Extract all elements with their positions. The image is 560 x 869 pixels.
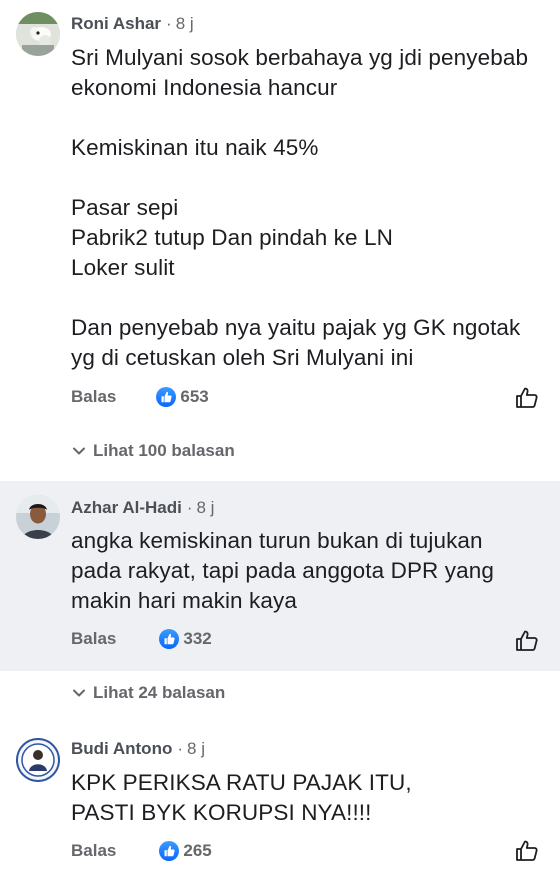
profile-photo-icon bbox=[16, 738, 60, 782]
dot-separator: · bbox=[186, 498, 193, 517]
avatar[interactable] bbox=[16, 12, 60, 56]
dot-separator: · bbox=[177, 739, 184, 758]
comment-actions: Balas 653 bbox=[71, 384, 209, 410]
comment-2: Azhar Al-Hadi · 8 j angka kemiskinan turun… bbox=[0, 481, 560, 671]
comment-actions: Balas 332 bbox=[71, 626, 212, 652]
like-button[interactable] bbox=[514, 838, 540, 864]
view-replies-link[interactable]: Lihat 100 balasan bbox=[72, 441, 235, 461]
dot-separator: · bbox=[166, 14, 172, 33]
view-replies-link[interactable]: Lihat 24 balasan bbox=[72, 683, 225, 703]
like-button[interactable] bbox=[514, 385, 540, 411]
avatar[interactable] bbox=[16, 738, 60, 782]
chevron-down-icon bbox=[72, 446, 86, 456]
comment-text: Sri Mulyani sosok berbahaya yg jdi penye… bbox=[71, 45, 529, 370]
profile-photo-icon bbox=[16, 12, 60, 56]
like-count: 265 bbox=[183, 841, 212, 860]
comment-1: Roni Ashar · 8 j Sri Mulyani sosok berbaha… bbox=[0, 0, 560, 460]
like-count: 653 bbox=[180, 387, 209, 406]
comment-actions: Balas 265 bbox=[71, 838, 212, 864]
view-replies-label: Lihat 24 balasan bbox=[93, 683, 226, 702]
reply-button[interactable]: Balas bbox=[71, 841, 116, 861]
author-name[interactable]: Budi Antono bbox=[71, 739, 172, 758]
reply-button[interactable]: Balas bbox=[71, 629, 116, 649]
comment-3: Budi Antono · 8 j KPK PERIKSA RATU PAJAK I… bbox=[0, 728, 560, 861]
timestamp[interactable]: 8 j bbox=[187, 739, 205, 758]
like-reaction-icon bbox=[159, 629, 180, 649]
reaction-summary[interactable]: 332 bbox=[159, 629, 212, 649]
comment-header: Budi Antono · 8 j bbox=[71, 739, 205, 759]
thumbs-up-icon bbox=[516, 630, 538, 651]
reaction-summary[interactable]: 265 bbox=[159, 841, 212, 861]
like-button[interactable] bbox=[514, 628, 540, 654]
thumbs-up-icon bbox=[516, 840, 538, 861]
thumbs-up-icon bbox=[516, 387, 538, 408]
comment-header: Azhar Al-Hadi · 8 j bbox=[71, 498, 214, 518]
chevron-down-icon bbox=[72, 688, 86, 698]
like-count: 332 bbox=[183, 629, 212, 648]
timestamp[interactable]: 8 j bbox=[197, 498, 215, 517]
profile-photo-icon bbox=[16, 495, 60, 539]
author-name[interactable]: Roni Ashar bbox=[71, 14, 161, 33]
comment-header: Roni Ashar · 8 j bbox=[71, 14, 194, 34]
reaction-summary[interactable]: 653 bbox=[156, 387, 209, 407]
comment-text: angka kemiskinan turun bukan di tujukan … bbox=[71, 528, 494, 613]
comment-text: KPK PERIKSA RATU PAJAK ITU, PASTI BYK KO… bbox=[71, 770, 412, 825]
timestamp[interactable]: 8 j bbox=[176, 14, 194, 33]
like-reaction-icon bbox=[156, 387, 177, 407]
view-replies-label: Lihat 100 balasan bbox=[93, 441, 235, 460]
like-reaction-icon bbox=[159, 841, 180, 861]
reply-button[interactable]: Balas bbox=[71, 387, 116, 407]
author-name[interactable]: Azhar Al-Hadi bbox=[71, 498, 182, 517]
avatar[interactable] bbox=[16, 495, 60, 539]
